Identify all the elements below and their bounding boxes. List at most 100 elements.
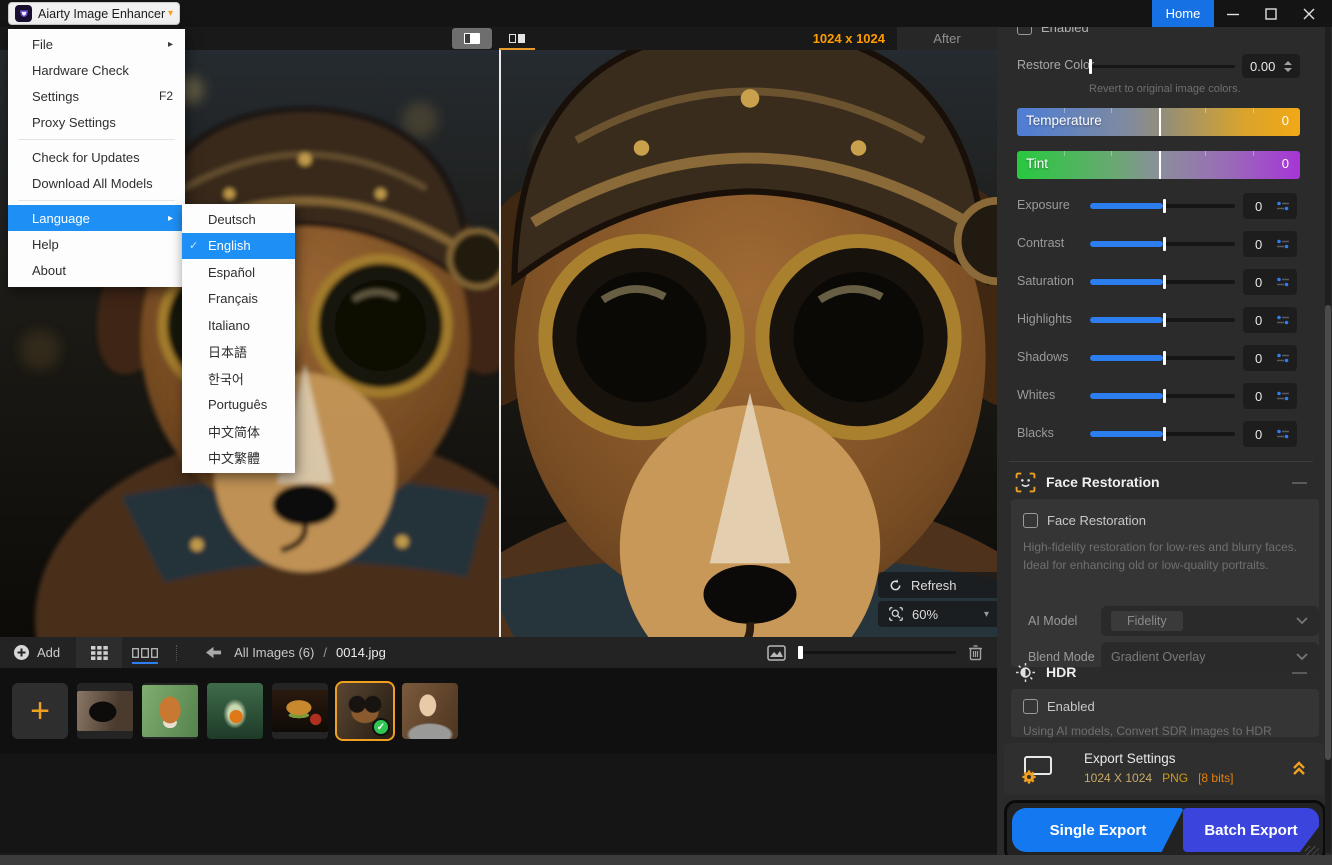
highlights-value-box[interactable]: 0 xyxy=(1243,307,1297,333)
contrast-slider-thumb[interactable] xyxy=(1163,237,1166,251)
temperature-slider[interactable]: Temperature 0 xyxy=(1017,108,1300,136)
minimize-button[interactable] xyxy=(1214,0,1252,27)
thumbnail-size-slider-thumb[interactable] xyxy=(798,646,803,659)
color-enabled-checkbox[interactable] xyxy=(1017,27,1032,35)
close-button[interactable] xyxy=(1290,0,1328,27)
thumbnail-forest-jar[interactable] xyxy=(207,683,263,739)
slider-label: Exposure xyxy=(1017,198,1070,212)
export-settings-bar[interactable]: Export Settings 1024 X 1024 PNG [8 bits] xyxy=(1004,743,1324,795)
zoom-chevron-down-icon[interactable]: ▾ xyxy=(984,609,989,620)
menu-item-language[interactable]: Language ▸ xyxy=(8,205,185,231)
thumbnail-size-slider[interactable] xyxy=(798,651,956,654)
language-item-espanol[interactable]: Español xyxy=(182,259,295,286)
blacks-slider-thumb[interactable] xyxy=(1163,427,1166,441)
slider-row-blacks: Blacks 0 xyxy=(997,421,1332,447)
tint-label: Tint xyxy=(1026,156,1048,171)
blacks-value-box[interactable]: 0 xyxy=(1243,421,1297,447)
language-submenu: Deutsch ✓ English Español Français Itali… xyxy=(182,204,295,473)
panel-scrollbar-thumb[interactable] xyxy=(1325,305,1331,760)
refresh-button[interactable]: Refresh xyxy=(878,572,997,598)
saturation-slider[interactable] xyxy=(1090,280,1235,284)
menu-item-help[interactable]: Help xyxy=(8,231,185,257)
split-view-button[interactable] xyxy=(452,28,492,49)
zoom-control[interactable]: 60% ▾ xyxy=(878,601,997,627)
exposure-value-box[interactable]: 0 xyxy=(1243,193,1297,219)
after-tab[interactable]: After xyxy=(897,27,997,50)
face-restoration-collapse-icon[interactable]: — xyxy=(1292,474,1307,491)
filmstrip-view-icon xyxy=(132,648,158,658)
language-item-deutsch[interactable]: Deutsch xyxy=(182,206,295,233)
home-button[interactable]: Home xyxy=(1152,0,1214,27)
menu-item-proxy-settings[interactable]: Proxy Settings xyxy=(8,109,185,135)
thumbnail-portrait[interactable] xyxy=(402,683,458,739)
whites-slider[interactable] xyxy=(1090,394,1235,398)
thumbnail-butterfly[interactable] xyxy=(77,683,133,739)
tint-slider[interactable]: Tint 0 xyxy=(1017,151,1300,179)
language-item-francais[interactable]: Français xyxy=(182,286,295,313)
thumbnail-strip: + ✓ xyxy=(0,668,997,754)
collection-label[interactable]: All Images (6) xyxy=(234,645,314,660)
saturation-slider-thumb[interactable] xyxy=(1163,275,1166,289)
color-enabled-row: Enabled xyxy=(1017,27,1089,35)
thumbnail-dog-selected[interactable]: ✓ xyxy=(337,683,393,739)
restore-color-value-box[interactable]: 0.00 xyxy=(1242,54,1300,78)
thumbnail-burger[interactable] xyxy=(272,683,328,739)
restore-color-stepper[interactable] xyxy=(1284,61,1292,72)
thumbnail-image xyxy=(402,683,458,739)
filmstrip-view-button[interactable] xyxy=(122,637,168,668)
slider-value: 0 xyxy=(1255,275,1262,290)
toolbar-divider xyxy=(176,645,177,661)
double-chevron-up-icon[interactable] xyxy=(1290,759,1308,777)
thumbnail-tiger[interactable] xyxy=(142,683,198,739)
back-button[interactable] xyxy=(205,645,222,660)
grid-view-button[interactable] xyxy=(76,637,122,668)
highlights-slider-thumb[interactable] xyxy=(1163,313,1166,327)
blacks-slider[interactable] xyxy=(1090,432,1235,436)
side-by-side-view-button[interactable] xyxy=(497,28,537,49)
menu-item-file[interactable]: File ▸ xyxy=(8,31,185,57)
saturation-value-box[interactable]: 0 xyxy=(1243,269,1297,295)
export-buttons-container: Single Export Batch Export xyxy=(1004,800,1326,862)
shadows-slider-thumb[interactable] xyxy=(1163,351,1166,365)
exposure-slider[interactable] xyxy=(1090,204,1235,208)
restore-color-slider-thumb[interactable] xyxy=(1089,59,1092,74)
language-item-chinese-simplified[interactable]: 中文简体 xyxy=(182,418,295,445)
slider-row-whites: Whites 0 xyxy=(997,383,1332,409)
face-restoration-checkbox[interactable] xyxy=(1023,513,1038,528)
add-image-tile[interactable]: + xyxy=(12,683,68,739)
menu-item-download-all-models[interactable]: Download All Models xyxy=(8,170,185,196)
maximize-button[interactable] xyxy=(1252,0,1290,27)
shadows-value-box[interactable]: 0 xyxy=(1243,345,1297,371)
hdr-enabled-checkbox[interactable] xyxy=(1023,699,1038,714)
single-export-button[interactable]: Single Export xyxy=(1012,808,1184,852)
whites-value-box[interactable]: 0 xyxy=(1243,383,1297,409)
menu-item-settings[interactable]: Settings F2 xyxy=(8,83,185,109)
language-item-portugues[interactable]: Português xyxy=(182,392,295,419)
language-item-japanese[interactable]: 日本語 xyxy=(182,339,295,366)
exposure-slider-thumb[interactable] xyxy=(1163,199,1166,213)
trash-icon[interactable] xyxy=(968,644,983,661)
hdr-collapse-icon[interactable]: — xyxy=(1292,664,1307,681)
language-item-korean[interactable]: 한국어 xyxy=(182,365,295,392)
whites-slider-thumb[interactable] xyxy=(1163,389,1166,403)
menu-item-hardware-check[interactable]: Hardware Check xyxy=(8,57,185,83)
language-item-chinese-traditional[interactable]: 中文繁體 xyxy=(182,445,295,472)
highlights-slider[interactable] xyxy=(1090,318,1235,322)
restore-color-slider[interactable] xyxy=(1089,65,1235,68)
language-item-italiano[interactable]: Italiano xyxy=(182,312,295,339)
menu-item-about[interactable]: About xyxy=(8,257,185,283)
add-button[interactable]: Add xyxy=(13,644,60,661)
contrast-slider[interactable] xyxy=(1090,242,1235,246)
batch-export-button[interactable]: Batch Export xyxy=(1183,808,1319,852)
tint-slider-thumb[interactable] xyxy=(1159,151,1161,179)
language-item-english[interactable]: ✓ English xyxy=(182,233,295,260)
temperature-slider-thumb[interactable] xyxy=(1159,108,1161,136)
panel-scrollbar[interactable] xyxy=(1325,27,1331,853)
ai-model-dropdown[interactable]: Fidelity xyxy=(1101,606,1319,636)
shadows-slider[interactable] xyxy=(1090,356,1235,360)
menu-item-check-for-updates[interactable]: Check for Updates xyxy=(8,144,185,170)
app-menu-chip[interactable]: Aiarty Image Enhancer ▾ xyxy=(8,2,180,25)
before-after-divider[interactable] xyxy=(499,50,501,637)
ai-model-row: AI Model Fidelity xyxy=(1023,614,1331,628)
contrast-value-box[interactable]: 0 xyxy=(1243,231,1297,257)
